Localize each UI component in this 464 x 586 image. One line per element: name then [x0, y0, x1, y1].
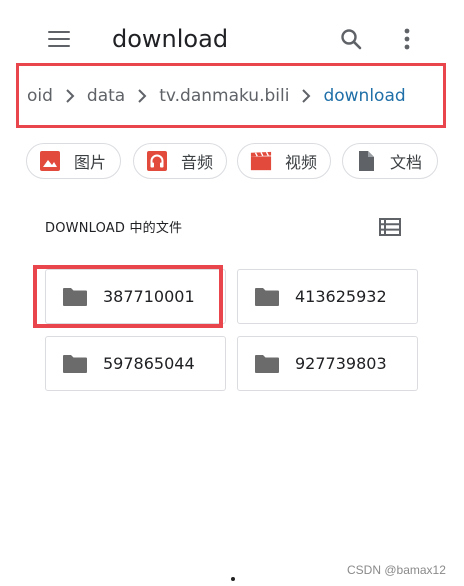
- chip-label: 音频: [181, 153, 214, 172]
- chip-label: 文档: [390, 153, 423, 172]
- menu-button[interactable]: [40, 20, 78, 58]
- search-icon: [341, 29, 362, 50]
- folder-item[interactable]: 413625932: [237, 269, 418, 324]
- folder-icon: [254, 354, 280, 374]
- folder-name: 927739803: [295, 354, 387, 373]
- chip-documents[interactable]: 文档: [342, 143, 438, 179]
- chip-video[interactable]: 视频: [237, 143, 331, 179]
- list-view-icon: [379, 218, 401, 236]
- breadcrumb: oid data tv.danmaku.bili download: [16, 63, 446, 128]
- breadcrumb-item-download[interactable]: download: [321, 86, 407, 106]
- chip-images[interactable]: 图片: [26, 143, 121, 179]
- watermark: CSDN @bamax12: [347, 563, 446, 577]
- scroll-indicator: [231, 577, 235, 581]
- folder-name: 387710001: [103, 287, 195, 306]
- search-button[interactable]: [332, 20, 370, 58]
- chevron-right-icon: [291, 86, 321, 106]
- folder-name: 597865044: [103, 354, 195, 373]
- chip-label: 视频: [285, 153, 318, 172]
- breadcrumb-item-bili[interactable]: tv.danmaku.bili: [157, 86, 291, 106]
- menu-icon: [48, 31, 70, 47]
- folder-icon: [62, 354, 88, 374]
- chip-label: 图片: [74, 153, 107, 172]
- folder-item[interactable]: 597865044: [45, 336, 226, 391]
- more-options-button[interactable]: [388, 20, 426, 58]
- movie-icon: [250, 150, 272, 172]
- folder-item[interactable]: 927739803: [237, 336, 418, 391]
- folder-icon: [254, 287, 280, 307]
- chevron-right-icon: [55, 86, 85, 106]
- folder-icon: [62, 287, 88, 307]
- chip-audio[interactable]: 音频: [133, 143, 227, 179]
- headphones-icon: [146, 150, 168, 172]
- breadcrumb-item-data[interactable]: data: [85, 86, 127, 106]
- document-icon: [355, 150, 377, 172]
- section-title: DOWNLOAD 中的文件: [45, 221, 183, 236]
- view-toggle-button[interactable]: [376, 214, 404, 240]
- more-vert-icon: [404, 28, 410, 50]
- page-title: download: [112, 25, 229, 53]
- folder-item[interactable]: 387710001: [45, 269, 226, 324]
- chevron-right-icon: [127, 86, 157, 106]
- image-icon: [39, 150, 61, 172]
- folder-name: 413625932: [295, 287, 387, 306]
- breadcrumb-item-android[interactable]: oid: [25, 86, 55, 106]
